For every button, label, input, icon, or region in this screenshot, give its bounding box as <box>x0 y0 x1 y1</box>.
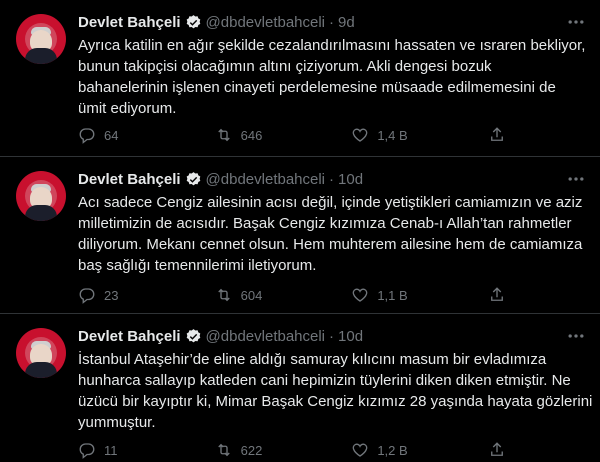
tweet-text-line: Ayrıca katilin en ağır şekilde cezalandı… <box>78 37 586 54</box>
reply-button[interactable]: 64 <box>78 126 168 144</box>
tweet-text-line: yummuştur. <box>78 414 156 431</box>
separator-dot: · <box>329 13 335 31</box>
more-options-icon[interactable] <box>566 169 586 189</box>
tweet-text-line: bahanelerinin işlenen cinayeti perdeleme… <box>78 79 556 96</box>
like-button[interactable]: 1,1 B <box>351 286 441 304</box>
tweet-actions: 23 604 1,1 B <box>78 285 518 305</box>
tweet-text-line: bunun takipçisi olacağımın altını çiziyo… <box>78 58 492 75</box>
verified-badge-icon <box>186 328 200 342</box>
avatar[interactable] <box>16 328 66 378</box>
reply-count: 11 <box>104 442 118 458</box>
user-handle[interactable]: @dbdevletbahceli <box>206 14 325 31</box>
retweet-count: 622 <box>240 442 263 458</box>
reply-count: 23 <box>104 287 119 303</box>
like-button[interactable]: 1,2 B <box>351 441 441 459</box>
reply-button[interactable]: 23 <box>78 286 168 304</box>
separator-dot: · <box>329 327 335 345</box>
retweet-button[interactable]: 604 <box>215 286 305 304</box>
tweet-time[interactable]: 9d <box>338 14 355 31</box>
tweet-text-line: milletimizin de acısıdır. Başak Cengiz k… <box>78 215 572 232</box>
display-name[interactable]: Devlet Bahçeli <box>78 14 181 31</box>
share-button[interactable] <box>488 286 518 304</box>
verified-badge-icon <box>186 171 200 185</box>
avatar[interactable] <box>16 171 66 221</box>
like-count: 1,1 B <box>377 287 408 303</box>
retweet-icon <box>217 288 230 302</box>
tweet-text-line: ümit ediyorum. <box>78 100 177 117</box>
share-icon <box>491 442 503 456</box>
heart-icon <box>352 443 368 457</box>
share-button[interactable] <box>488 441 518 459</box>
tweet-text-line: hunharca sallayıp katleden cani hepimizi… <box>78 372 571 389</box>
tweet-actions: 11 622 1,2 B <box>78 440 518 460</box>
avatar[interactable] <box>16 14 66 64</box>
more-options-icon[interactable] <box>566 326 586 346</box>
user-handle[interactable]: @dbdevletbahceli <box>206 171 325 188</box>
tweet-text: Acı sadece Cengiz ailesinin acısı değil,… <box>78 192 586 276</box>
retweet-button[interactable]: 622 <box>215 441 305 459</box>
tweet-actions: 64 646 1,4 B <box>78 125 518 145</box>
retweet-button[interactable]: 646 <box>215 126 305 144</box>
tweet-text-line: diliyorum. Mekanı cennet olsun. Hem muht… <box>78 236 583 253</box>
retweet-count: 646 <box>240 127 263 143</box>
verified-badge-icon <box>186 14 200 28</box>
more-options-icon[interactable] <box>566 12 586 32</box>
reply-button[interactable]: 11 <box>78 441 168 459</box>
tweet-time[interactable]: 10d <box>338 328 363 345</box>
tweet-text: Ayrıca katilin en ağır şekilde cezalandı… <box>78 35 586 119</box>
separator-dot: · <box>329 170 335 188</box>
retweet-icon <box>217 128 230 142</box>
retweet-count: 604 <box>240 287 263 303</box>
tweet-text-line: İstanbul Ataşehir’de eline aldığı samura… <box>78 351 547 368</box>
heart-icon <box>352 128 368 142</box>
display-name[interactable]: Devlet Bahçeli <box>78 171 181 188</box>
like-count: 1,4 B <box>377 127 408 143</box>
share-icon <box>491 127 503 141</box>
heart-icon <box>352 288 368 302</box>
tweet[interactable]: Devlet Bahçeli @dbdevletbahceli · 10d İs… <box>0 314 600 462</box>
like-button[interactable]: 1,4 B <box>351 126 441 144</box>
reply-icon <box>79 443 95 459</box>
share-button[interactable] <box>488 126 518 144</box>
tweet-text: İstanbul Ataşehir’de eline aldığı samura… <box>78 349 593 433</box>
tweet[interactable]: Devlet Bahçeli @dbdevletbahceli · 9d Ayr… <box>0 0 600 157</box>
tweet-time[interactable]: 10d <box>338 171 363 188</box>
share-icon <box>491 287 503 301</box>
like-count: 1,2 B <box>377 442 408 458</box>
reply-icon <box>79 288 95 304</box>
tweet-text-line: baş sağlığı temennilerimi iletiyorum. <box>78 257 317 274</box>
tweet[interactable]: Devlet Bahçeli @dbdevletbahceli · 10d Ac… <box>0 157 600 314</box>
reply-icon <box>79 128 95 144</box>
retweet-icon <box>217 443 230 457</box>
reply-count: 64 <box>104 127 119 143</box>
tweet-text-line: üzücü bir kayıptır ki, Mimar Başak Cengi… <box>78 393 593 410</box>
tweet-text-line: Acı sadece Cengiz ailesinin acısı değil,… <box>78 194 583 211</box>
user-handle[interactable]: @dbdevletbahceli <box>206 328 325 345</box>
display-name[interactable]: Devlet Bahçeli <box>78 328 181 345</box>
